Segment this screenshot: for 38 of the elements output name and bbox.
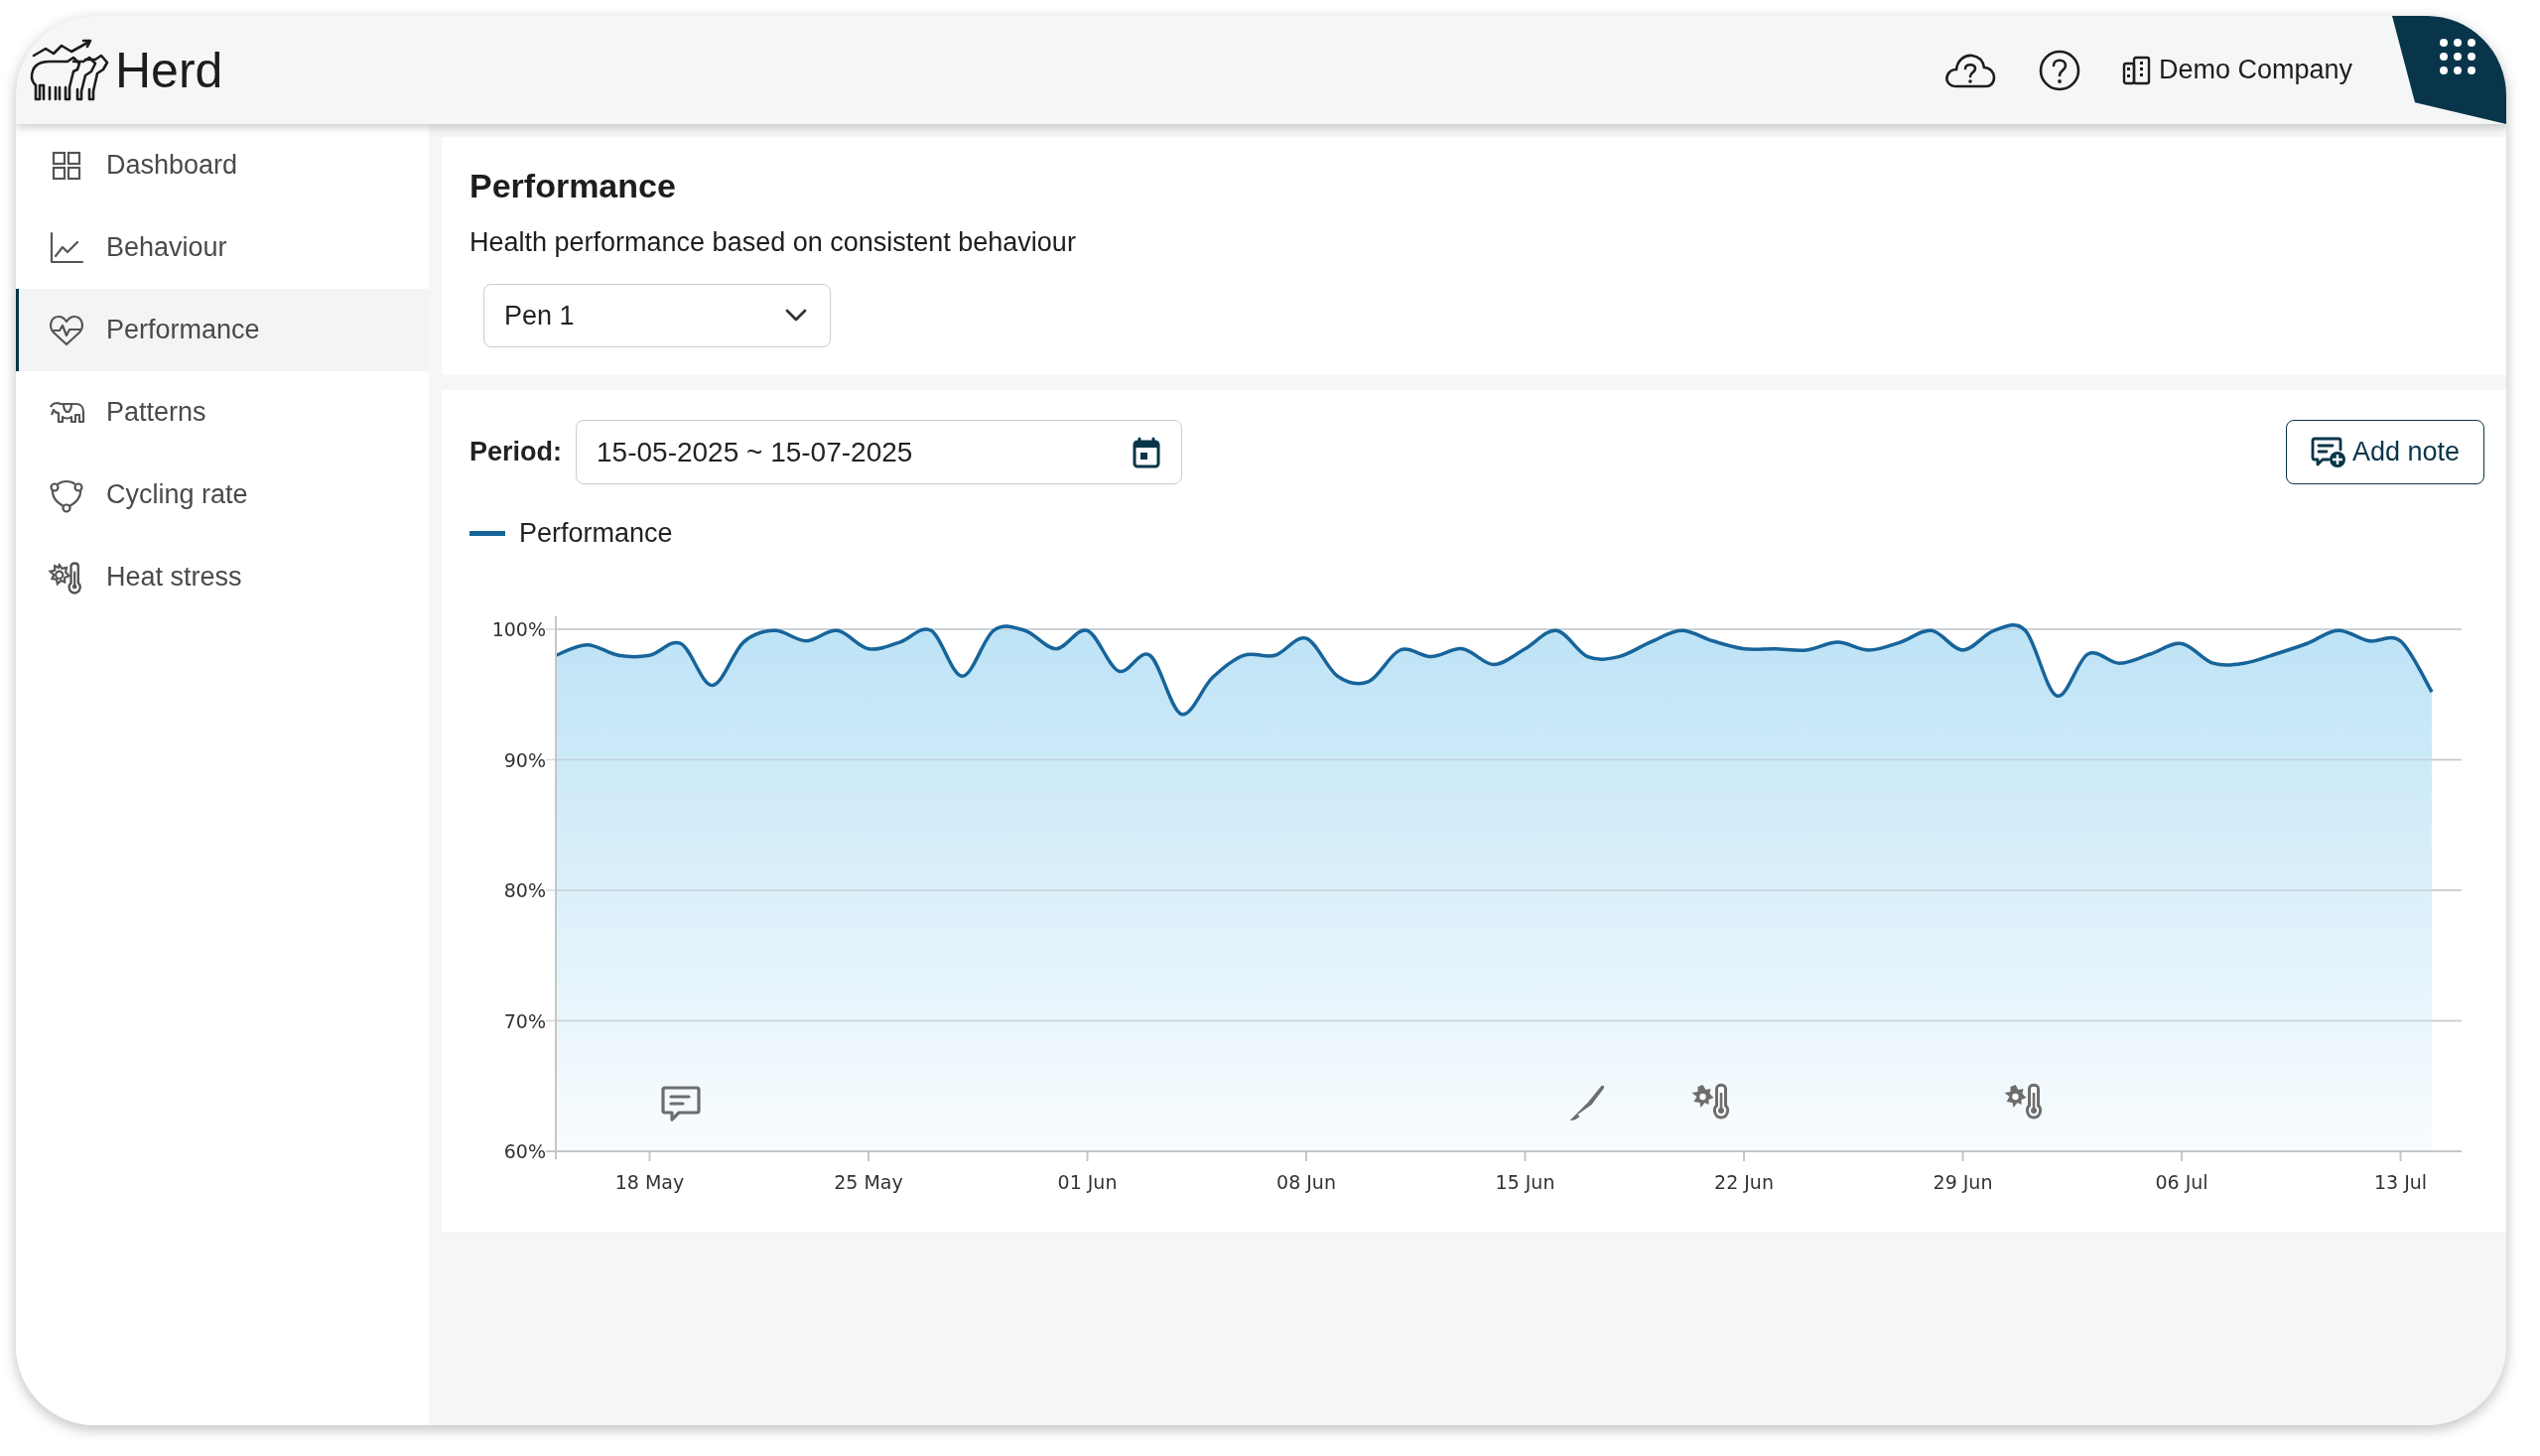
legend-label[interactable]: Performance — [519, 518, 673, 549]
comment-icon[interactable] — [661, 1086, 701, 1122]
y-axis-label: 90% — [503, 748, 546, 771]
sidebar-item[interactable]: Performance — [16, 289, 429, 371]
sun-thermometer-icon[interactable] — [2004, 1083, 2043, 1120]
add-note-button[interactable]: Add note — [2286, 420, 2484, 484]
company-selector[interactable]: Demo Company — [2120, 54, 2352, 86]
x-axis-label: 08 Jun — [1276, 1171, 1336, 1193]
x-axis-label: 01 Jun — [1057, 1171, 1118, 1193]
calendar-icon — [1132, 436, 1161, 468]
apps-grid-icon — [2437, 36, 2477, 76]
sidebar-item[interactable]: Patterns — [16, 371, 429, 454]
app-launcher-button[interactable] — [2392, 16, 2506, 124]
app-name: Herd — [115, 41, 223, 99]
sidebar-item[interactable]: Dashboard — [16, 124, 429, 206]
building-icon — [2120, 54, 2153, 86]
y-axis-label: 60% — [503, 1140, 546, 1162]
sun-thermometer-icon[interactable] — [1691, 1083, 1730, 1120]
x-axis-label: 22 Jun — [1714, 1171, 1774, 1193]
x-axis-label: 18 May — [614, 1171, 685, 1193]
pen-dropdown[interactable]: Pen 1 — [483, 284, 831, 347]
x-axis-label: 13 Jul — [2373, 1171, 2428, 1193]
y-axis-label: 80% — [503, 879, 546, 901]
x-axis-label: 25 May — [834, 1171, 903, 1193]
page-subtitle: Health performance based on consistent behaviour — [469, 227, 1077, 258]
y-axis-label: 100% — [491, 618, 546, 640]
period-field[interactable]: 15-05-2025 ~ 15-07-2025 — [576, 420, 1182, 484]
note-add-icon — [2310, 435, 2346, 469]
x-axis-label: 15 Jun — [1495, 1171, 1555, 1193]
x-axis-label: 29 Jun — [1933, 1171, 1993, 1193]
x-axis-label: 06 Jul — [2155, 1171, 2208, 1193]
sidebar-item[interactable]: Cycling rate — [16, 454, 429, 536]
period-label: Period: — [469, 437, 562, 467]
y-axis-label: 70% — [503, 1009, 546, 1032]
scalpel-icon[interactable] — [1569, 1085, 1605, 1121]
sidebar-item[interactable]: Heat stress — [16, 536, 429, 618]
sidebar-item[interactable]: Behaviour — [16, 206, 429, 289]
page-title: Performance — [469, 167, 677, 205]
